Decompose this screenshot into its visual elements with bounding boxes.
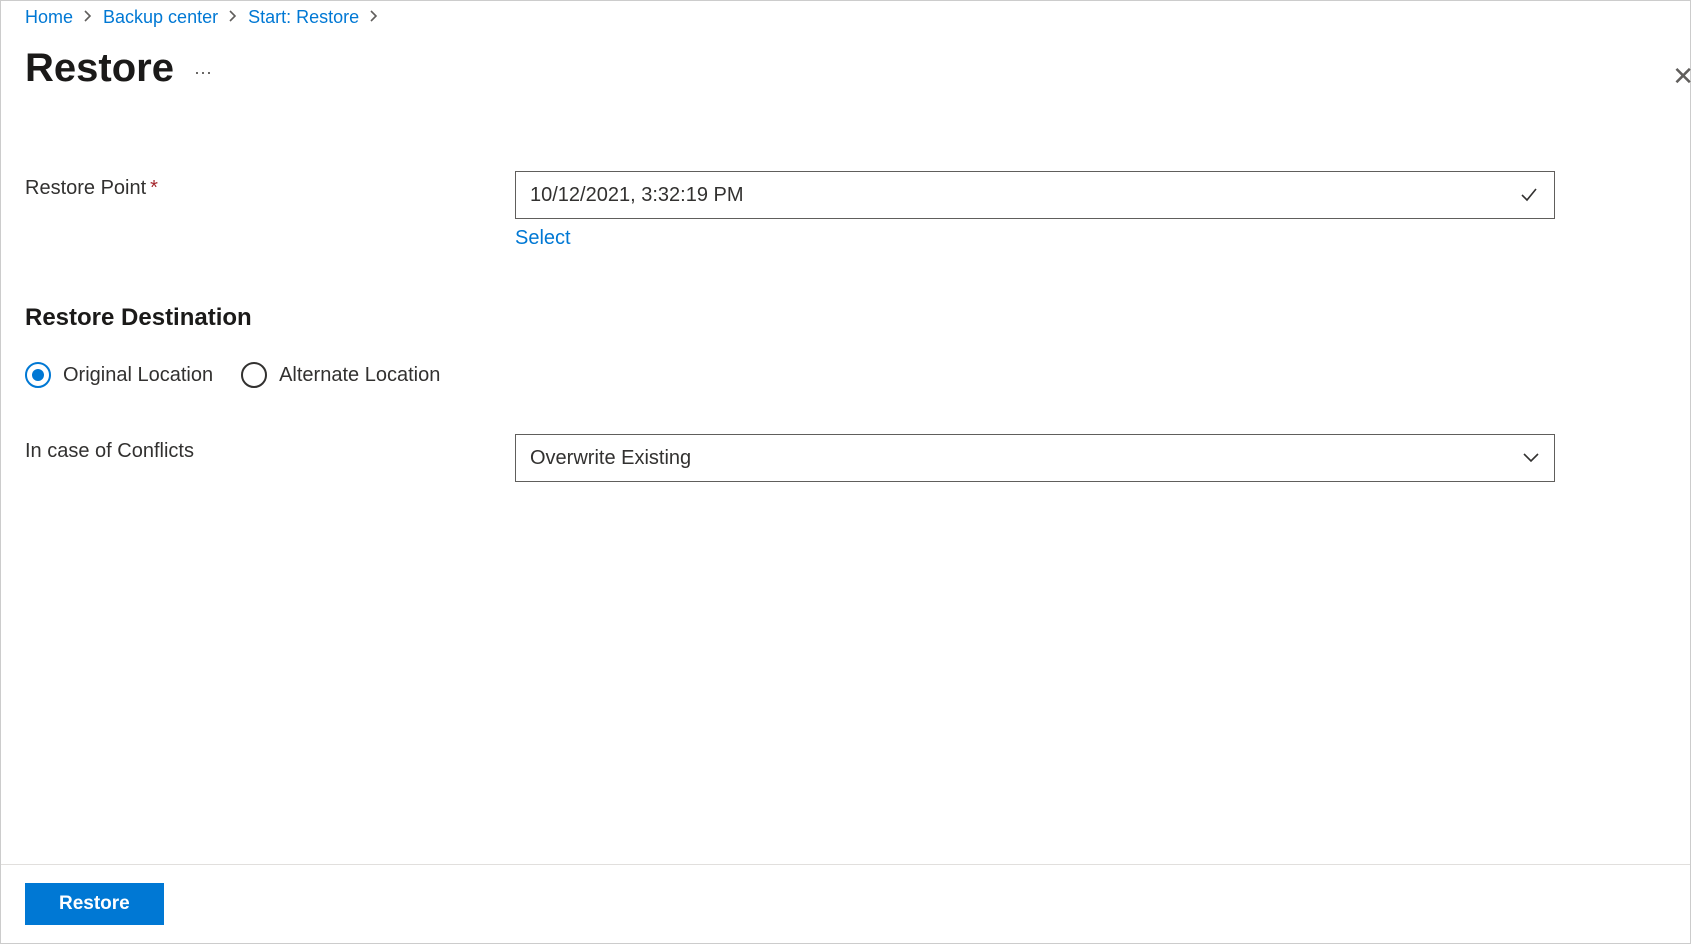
restore-button[interactable]: Restore bbox=[25, 883, 164, 925]
radio-icon-selected bbox=[25, 362, 51, 388]
restore-point-value: 10/12/2021, 3:32:19 PM bbox=[530, 184, 744, 207]
breadcrumb-backup-center[interactable]: Backup center bbox=[103, 7, 218, 28]
chevron-down-icon bbox=[1522, 452, 1540, 464]
check-icon bbox=[1518, 184, 1540, 206]
conflicts-value: Overwrite Existing bbox=[530, 447, 691, 470]
conflicts-dropdown[interactable]: Overwrite Existing bbox=[515, 434, 1555, 482]
destination-radio-group: Original Location Alternate Location bbox=[25, 362, 1666, 388]
restore-point-row: Restore Point* 10/12/2021, 3:32:19 PM Se… bbox=[25, 171, 1666, 250]
conflicts-row: In case of Conflicts Overwrite Existing bbox=[25, 434, 1666, 482]
close-icon[interactable]: ✕ bbox=[1672, 61, 1691, 92]
radio-icon-unselected bbox=[241, 362, 267, 388]
restore-point-field[interactable]: 10/12/2021, 3:32:19 PM bbox=[515, 171, 1555, 219]
breadcrumb-home[interactable]: Home bbox=[25, 7, 73, 28]
form-content: Restore Point* 10/12/2021, 3:32:19 PM Se… bbox=[1, 91, 1690, 482]
radio-original-label: Original Location bbox=[63, 364, 213, 387]
chevron-right-icon bbox=[369, 9, 379, 26]
page-header: Restore ⋯ bbox=[1, 28, 1690, 91]
radio-alternate-location[interactable]: Alternate Location bbox=[241, 362, 440, 388]
chevron-right-icon bbox=[83, 9, 93, 26]
more-menu-icon[interactable]: ⋯ bbox=[194, 63, 214, 84]
page-footer: Restore bbox=[1, 864, 1690, 943]
chevron-right-icon bbox=[228, 9, 238, 26]
radio-original-location[interactable]: Original Location bbox=[25, 362, 213, 388]
restore-destination-heading: Restore Destination bbox=[25, 304, 1666, 332]
restore-point-label: Restore Point* bbox=[25, 171, 515, 200]
breadcrumb-start-restore[interactable]: Start: Restore bbox=[248, 7, 359, 28]
conflicts-label: In case of Conflicts bbox=[25, 434, 515, 463]
breadcrumb: Home Backup center Start: Restore bbox=[1, 1, 1690, 28]
radio-alternate-label: Alternate Location bbox=[279, 364, 440, 387]
page-title: Restore bbox=[25, 46, 174, 91]
select-restore-point-link[interactable]: Select bbox=[515, 227, 571, 250]
required-indicator: * bbox=[150, 177, 158, 199]
